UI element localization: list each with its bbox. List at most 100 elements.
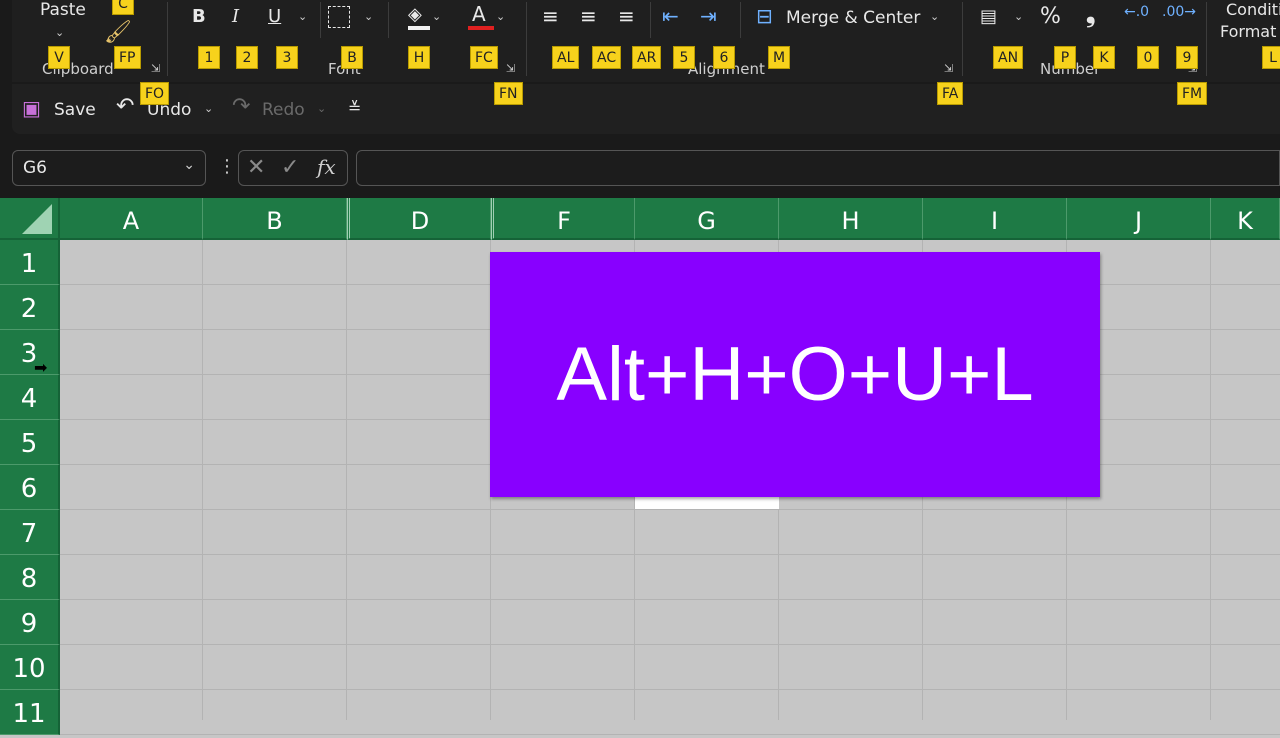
column-header[interactable]: H (779, 198, 923, 240)
font-color-button[interactable]: A (472, 2, 486, 26)
undo-icon[interactable]: ↶ (116, 94, 134, 119)
accounting-dropdown-icon[interactable]: ⌄ (1014, 10, 1023, 23)
row-header[interactable]: 7 (0, 510, 60, 555)
undo-dropdown-icon[interactable]: ⌄ (204, 102, 213, 115)
keytip: FC (470, 46, 498, 69)
group-divider (526, 2, 527, 76)
row-header[interactable]: 5 (0, 420, 60, 465)
font-color-dropdown-icon[interactable]: ⌄ (496, 10, 505, 23)
column-header[interactable]: G (635, 198, 779, 240)
save-icon[interactable]: ▣ (22, 96, 41, 120)
gridline (60, 554, 1280, 555)
borders-icon[interactable] (328, 6, 350, 28)
format-painter-icon[interactable]: 🖌 (104, 20, 132, 45)
align-left-icon[interactable]: ≡ (542, 4, 559, 28)
gridline (60, 599, 1280, 600)
font-dialog-launcher-icon[interactable]: ⇲ (506, 63, 518, 75)
save-button[interactable]: Save (54, 100, 96, 120)
selected-cell-g6[interactable] (635, 496, 779, 509)
column-header[interactable]: I (923, 198, 1067, 240)
increase-decimal-icon[interactable]: ←.0 (1124, 4, 1149, 20)
bold-button[interactable]: B (192, 6, 206, 27)
redo-dropdown-icon[interactable]: ⌄ (317, 102, 326, 115)
column-header[interactable]: F (491, 198, 635, 240)
ribbon: Paste ⌄ 🖌 Clipboard ⇲ B I U ⌄ ⌄ ◈ ⌄ A ⌄ … (0, 0, 1280, 138)
decrease-decimal-icon[interactable]: .00→ (1162, 4, 1196, 20)
decrease-indent-icon[interactable]: ⇤ (662, 4, 679, 28)
keytip: V (48, 46, 70, 69)
name-box-dropdown-icon[interactable]: ⌄ (183, 157, 195, 173)
paste-dropdown-icon[interactable]: ⌄ (55, 26, 64, 39)
keytip: FO (140, 82, 170, 105)
keytip: AN (993, 46, 1024, 69)
percent-style-button[interactable]: % (1040, 4, 1061, 29)
row-header[interactable]: 2 (0, 285, 60, 330)
gridline (60, 509, 1280, 510)
merge-center-button[interactable]: Merge & Center (786, 8, 920, 28)
italic-button[interactable]: I (232, 6, 239, 27)
keytip: FM (1177, 82, 1208, 105)
row-header[interactable]: 3 (0, 330, 60, 375)
name-box[interactable]: G6 ⌄ (12, 150, 206, 186)
conditional-formatting-line1[interactable]: Conditi (1226, 0, 1280, 19)
group-divider (962, 2, 963, 76)
gridline (60, 734, 1280, 735)
gridline (346, 240, 347, 720)
keytip: FP (114, 46, 141, 69)
comma-style-button[interactable]: ❟ (1086, 0, 1095, 28)
select-all-button[interactable] (0, 198, 60, 240)
gridline (1210, 240, 1211, 720)
keytip: 0 (1137, 46, 1159, 69)
gridline (60, 644, 1280, 645)
quick-access-toolbar: ▣ Save ↶ Undo ⌄ ↷ Redo ⌄ ≚ (12, 84, 1280, 134)
row-header[interactable]: 1 (0, 240, 60, 285)
fill-color-icon[interactable]: ◈ (408, 4, 422, 25)
keytip: 1 (198, 46, 220, 69)
conditional-formatting-line2[interactable]: Format (1220, 22, 1276, 41)
merge-center-icon[interactable]: ⊟ (756, 4, 773, 28)
row-header[interactable]: 6 (0, 465, 60, 510)
row-header[interactable]: 10 (0, 645, 60, 690)
alignment-dialog-launcher-icon[interactable]: ⇲ (944, 63, 956, 75)
font-color-swatch (468, 26, 494, 30)
keytip: 5 (673, 46, 695, 69)
select-all-icon (22, 204, 52, 234)
redo-icon[interactable]: ↷ (232, 94, 250, 119)
column-header[interactable]: B (203, 198, 347, 240)
underline-dropdown-icon[interactable]: ⌄ (298, 10, 307, 23)
group-divider (1206, 2, 1207, 76)
keytip: FA (937, 82, 964, 105)
column-header[interactable]: K (1211, 198, 1280, 240)
keytip: AR (632, 46, 662, 69)
paste-button[interactable]: Paste (40, 0, 86, 20)
accounting-format-icon[interactable]: ▤ (980, 6, 997, 27)
shortcut-text: Alt+H+O+U+L (556, 332, 1034, 417)
align-right-icon[interactable]: ≡ (618, 4, 635, 28)
row-header[interactable]: 9 (0, 600, 60, 645)
column-header[interactable]: J (1067, 198, 1211, 240)
row-header[interactable]: 4 (0, 375, 60, 420)
cancel-icon[interactable]: ✕ (247, 155, 265, 180)
customize-toolbar-icon[interactable]: ≚ (348, 98, 361, 117)
enter-icon[interactable]: ✓ (281, 155, 299, 180)
column-header[interactable]: D (347, 198, 491, 240)
divider (650, 2, 651, 38)
underline-button[interactable]: U (268, 6, 281, 27)
merge-dropdown-icon[interactable]: ⌄ (930, 10, 939, 23)
row-header[interactable]: 11 (0, 690, 60, 735)
resize-cursor-icon: ➡ (34, 358, 48, 377)
borders-dropdown-icon[interactable]: ⌄ (364, 10, 373, 23)
clipboard-dialog-launcher-icon[interactable]: ⇲ (151, 63, 163, 75)
gridline (60, 689, 1280, 690)
redo-button[interactable]: Redo (262, 100, 305, 120)
increase-indent-icon[interactable]: ⇥ (700, 4, 717, 28)
formula-input[interactable] (356, 150, 1280, 186)
keytip: M (768, 46, 791, 69)
align-center-icon[interactable]: ≡ (580, 4, 597, 28)
more-options-icon[interactable]: ⋮ (218, 156, 236, 177)
column-header[interactable]: A (60, 198, 203, 240)
row-header[interactable]: 8 (0, 555, 60, 600)
fill-color-dropdown-icon[interactable]: ⌄ (432, 10, 441, 23)
insert-function-icon[interactable]: fx (317, 155, 336, 179)
keytip: L (1262, 46, 1280, 69)
